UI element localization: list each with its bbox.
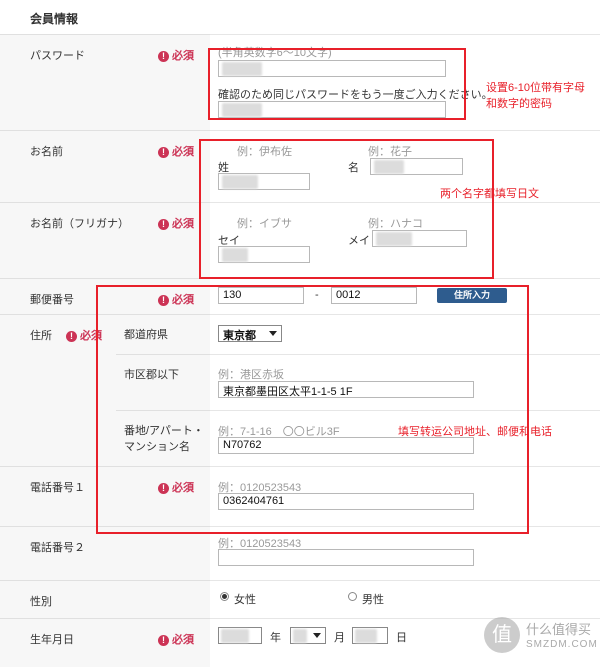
required-icon: ! xyxy=(66,331,77,342)
name-note: 两个名字都填写日文 xyxy=(440,188,539,200)
gender-label-cell: 性別 xyxy=(0,580,210,618)
kana-required-badge: ! 必須 xyxy=(158,215,194,231)
gender-male-radio[interactable] xyxy=(348,592,357,601)
birth-day-masked xyxy=(355,629,377,643)
password-label-cell: パスワード ! 必須 xyxy=(0,34,210,130)
password-annotation-box xyxy=(208,48,466,120)
section-title: 会員情報 xyxy=(30,12,79,26)
name-annotation-box xyxy=(199,139,494,279)
postal-label: 郵便番号 xyxy=(30,294,74,306)
address-annotation-box xyxy=(96,285,529,534)
password-note-line1: 设置6-10位带有字母 xyxy=(486,82,586,94)
gender-female-radio[interactable] xyxy=(220,592,229,601)
phone2-label: 電話番号２ xyxy=(30,542,85,554)
kana-label: お名前（フリガナ） xyxy=(30,218,129,230)
address-note: 填写转运公司地址、邮便和电话 xyxy=(398,426,552,438)
row-divider xyxy=(210,130,600,131)
phone2-input[interactable] xyxy=(218,549,474,566)
phone2-label-cell: 電話番号２ xyxy=(0,526,210,580)
name-required-badge: ! 必須 xyxy=(158,143,194,159)
address-label: 住所 xyxy=(30,330,52,342)
birth-year-select[interactable] xyxy=(218,627,262,644)
month-label: 月 xyxy=(334,632,345,644)
kana-label-cell: お名前（フリガナ） ! 必須 xyxy=(0,202,210,278)
required-text: 必須 xyxy=(172,146,194,158)
watermark: 值 什么值得买 SMZDM.COM xyxy=(484,615,597,663)
watermark-domain: SMZDM.COM xyxy=(526,639,598,650)
birthday-label: 生年月日 xyxy=(30,634,74,646)
day-label: 日 xyxy=(396,632,407,644)
password-label: パスワード xyxy=(30,50,85,62)
gender-female-label: 女性 xyxy=(234,594,256,606)
name-label: お名前 xyxy=(30,146,63,158)
row-divider xyxy=(210,580,600,581)
birth-year-masked xyxy=(221,629,249,643)
birthday-required-badge: ! 必須 xyxy=(158,631,194,647)
password-note-line2: 和数字的密码 xyxy=(486,98,552,110)
required-icon: ! xyxy=(158,635,169,646)
row-divider xyxy=(210,34,600,35)
phone1-label: 電話番号１ xyxy=(30,482,85,494)
name-label-cell: お名前 ! 必須 xyxy=(0,130,210,202)
member-info-form: 会員情報 パスワード ! 必須 (半角英数字6〜10文字) 確認のため同じパスワー… xyxy=(0,0,600,667)
password-required-badge: ! 必須 xyxy=(158,47,194,63)
birthday-label-cell: 生年月日 ! 必須 xyxy=(0,618,210,667)
required-text: 必須 xyxy=(172,50,194,62)
birth-day-select[interactable] xyxy=(352,627,388,644)
watermark-logo-icon: 值 xyxy=(484,617,520,653)
gender-male-label: 男性 xyxy=(362,594,384,606)
birth-month-select[interactable] xyxy=(290,627,326,644)
required-text: 必須 xyxy=(172,634,194,646)
gender-label: 性別 xyxy=(30,596,52,608)
watermark-text: 什么值得买 xyxy=(526,622,592,637)
required-text: 必須 xyxy=(172,218,194,230)
birth-month-masked xyxy=(293,629,307,643)
required-icon: ! xyxy=(158,147,169,158)
required-icon: ! xyxy=(158,51,169,62)
chevron-down-icon xyxy=(313,633,321,638)
required-icon: ! xyxy=(158,219,169,230)
year-label: 年 xyxy=(270,632,281,644)
